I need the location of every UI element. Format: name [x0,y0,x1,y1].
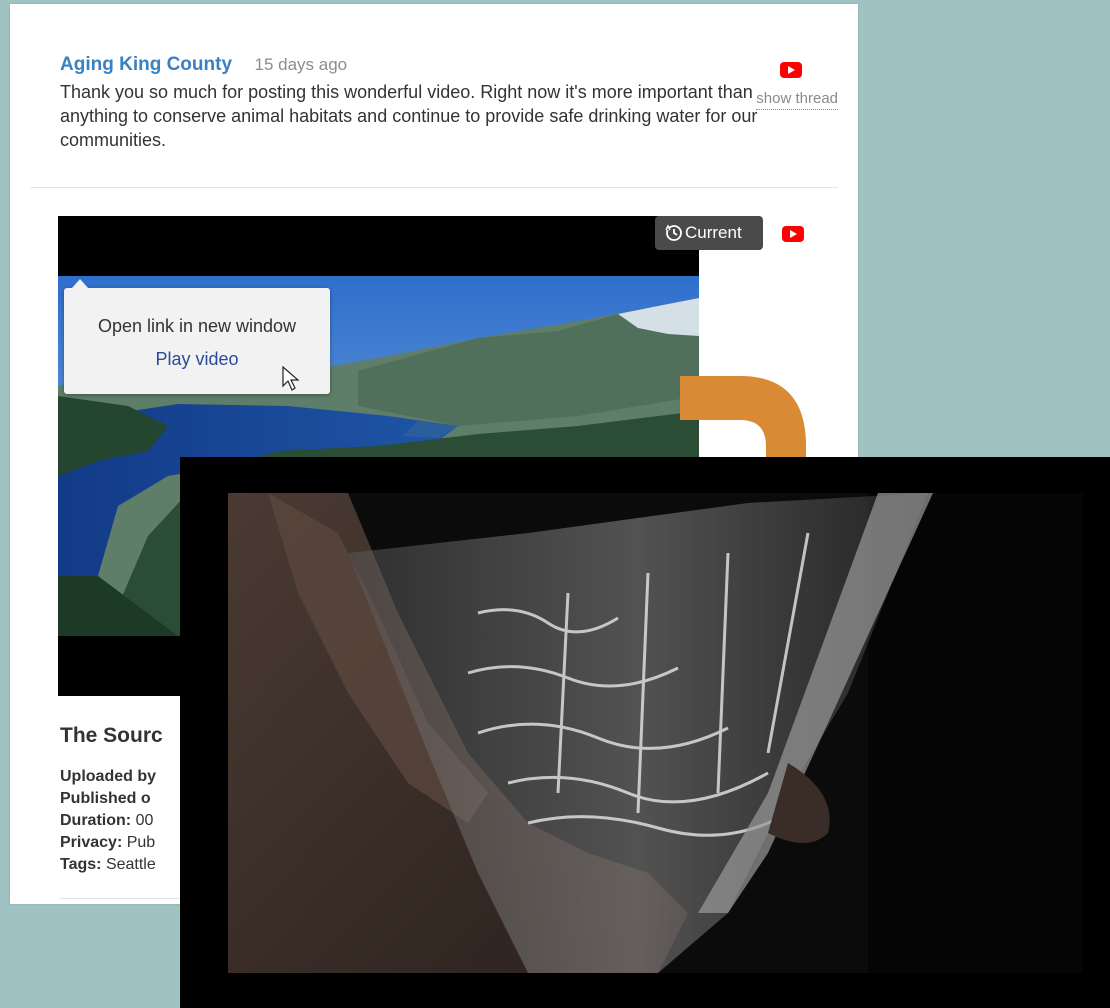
open-in-new-window-link[interactable]: Open link in new window [64,316,330,337]
youtube-icon[interactable] [780,62,802,78]
youtube-icon[interactable] [782,226,804,242]
comment-timestamp: 15 days ago [254,55,348,74]
meta-published: Published o [60,790,151,807]
video-metadata: Uploaded by Published o Duration: 00 Pri… [60,766,156,876]
comment-header: Aging King County 15 days ago [60,54,830,76]
comment: Aging King County 15 days ago Thank you … [60,54,830,152]
meta-privacy: Privacy: Pub [60,834,156,851]
video-title: The Sourc [60,724,163,747]
current-version-button[interactable]: Current [655,216,763,250]
meta-uploaded-by: Uploaded by [60,768,157,785]
video-playback-overlay[interactable] [180,457,1110,1008]
comment-author-link[interactable]: Aging King County [60,54,232,75]
meta-duration: Duration: 00 [60,812,154,829]
current-button-label: Current [685,223,742,242]
playing-video-frame[interactable] [228,493,1083,973]
comment-text: Thank you so much for posting this wonde… [60,82,758,150]
mouse-cursor-icon [282,366,300,391]
meta-tags: Tags: Seattle [60,856,156,873]
show-thread-link[interactable]: show thread [756,89,838,110]
history-icon [665,224,682,241]
divider [30,187,838,188]
